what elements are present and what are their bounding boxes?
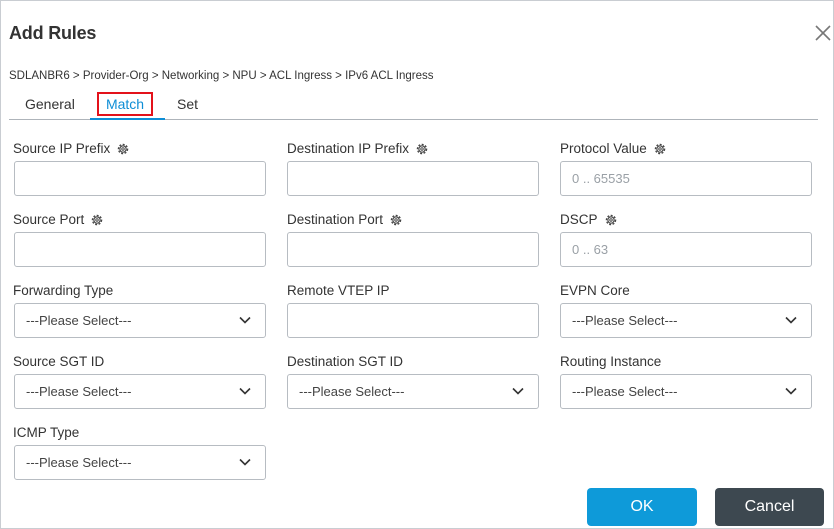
icmp-type-label: ICMP Type xyxy=(13,425,80,440)
gear-icon[interactable] xyxy=(116,142,130,156)
chevron-down-icon xyxy=(239,458,251,466)
routing-instance-label: Routing Instance xyxy=(560,354,662,369)
chevron-down-icon xyxy=(512,387,524,395)
evpn-core-selected: ---Please Select--- xyxy=(572,313,678,328)
protocol-value-label: Protocol Value xyxy=(560,141,667,156)
remote-vtep-ip-input[interactable] xyxy=(287,303,539,338)
gear-icon[interactable] xyxy=(90,213,104,227)
destination-ip-prefix-label: Destination IP Prefix xyxy=(287,141,429,156)
forwarding-type-select[interactable]: ---Please Select--- xyxy=(14,303,266,338)
remote-vtep-ip-label: Remote VTEP IP xyxy=(287,283,390,298)
tab-general[interactable]: General xyxy=(25,96,75,112)
gear-icon[interactable] xyxy=(389,213,403,227)
tab-set[interactable]: Set xyxy=(177,96,198,112)
protocol-value-input[interactable]: 0 .. 65535 xyxy=(560,161,812,196)
source-ip-prefix-label: Source IP Prefix xyxy=(13,141,130,156)
add-rules-dialog: Add Rules SDLANBR6 > Provider-Org > Netw… xyxy=(0,0,834,529)
cancel-button[interactable]: Cancel xyxy=(715,488,824,526)
ok-button[interactable]: OK xyxy=(587,488,697,526)
destination-port-input[interactable] xyxy=(287,232,539,267)
chevron-down-icon xyxy=(239,316,251,324)
icmp-type-selected: ---Please Select--- xyxy=(26,455,132,470)
source-sgt-id-selected: ---Please Select--- xyxy=(26,384,132,399)
close-icon[interactable] xyxy=(813,23,833,43)
destination-port-label: Destination Port xyxy=(287,212,403,227)
forwarding-type-label: Forwarding Type xyxy=(13,283,114,298)
evpn-core-select[interactable]: ---Please Select--- xyxy=(560,303,812,338)
tab-match[interactable]: Match xyxy=(97,96,153,112)
chevron-down-icon xyxy=(785,387,797,395)
breadcrumb: SDLANBR6 > Provider-Org > Networking > N… xyxy=(9,70,434,82)
active-tab-indicator xyxy=(90,118,165,120)
tab-bar: General Match Set xyxy=(9,92,818,120)
dscp-label: DSCP xyxy=(560,212,618,227)
destination-sgt-id-select[interactable]: ---Please Select--- xyxy=(287,374,539,409)
dscp-input[interactable]: 0 .. 63 xyxy=(560,232,812,267)
forwarding-type-selected: ---Please Select--- xyxy=(26,313,132,328)
gear-icon[interactable] xyxy=(415,142,429,156)
evpn-core-label: EVPN Core xyxy=(560,283,630,298)
gear-icon[interactable] xyxy=(604,213,618,227)
dialog-title: Add Rules xyxy=(9,23,97,43)
source-port-label: Source Port xyxy=(13,212,104,227)
routing-instance-select[interactable]: ---Please Select--- xyxy=(560,374,812,409)
destination-ip-prefix-input[interactable] xyxy=(287,161,539,196)
chevron-down-icon xyxy=(239,387,251,395)
destination-sgt-id-selected: ---Please Select--- xyxy=(299,384,405,399)
gear-icon[interactable] xyxy=(653,142,667,156)
source-ip-prefix-input[interactable] xyxy=(14,161,266,196)
source-port-input[interactable] xyxy=(14,232,266,267)
source-sgt-id-select[interactable]: ---Please Select--- xyxy=(14,374,266,409)
chevron-down-icon xyxy=(785,316,797,324)
source-sgt-id-label: Source SGT ID xyxy=(13,354,105,369)
routing-instance-selected: ---Please Select--- xyxy=(572,384,678,399)
icmp-type-select[interactable]: ---Please Select--- xyxy=(14,445,266,480)
destination-sgt-id-label: Destination SGT ID xyxy=(287,354,404,369)
